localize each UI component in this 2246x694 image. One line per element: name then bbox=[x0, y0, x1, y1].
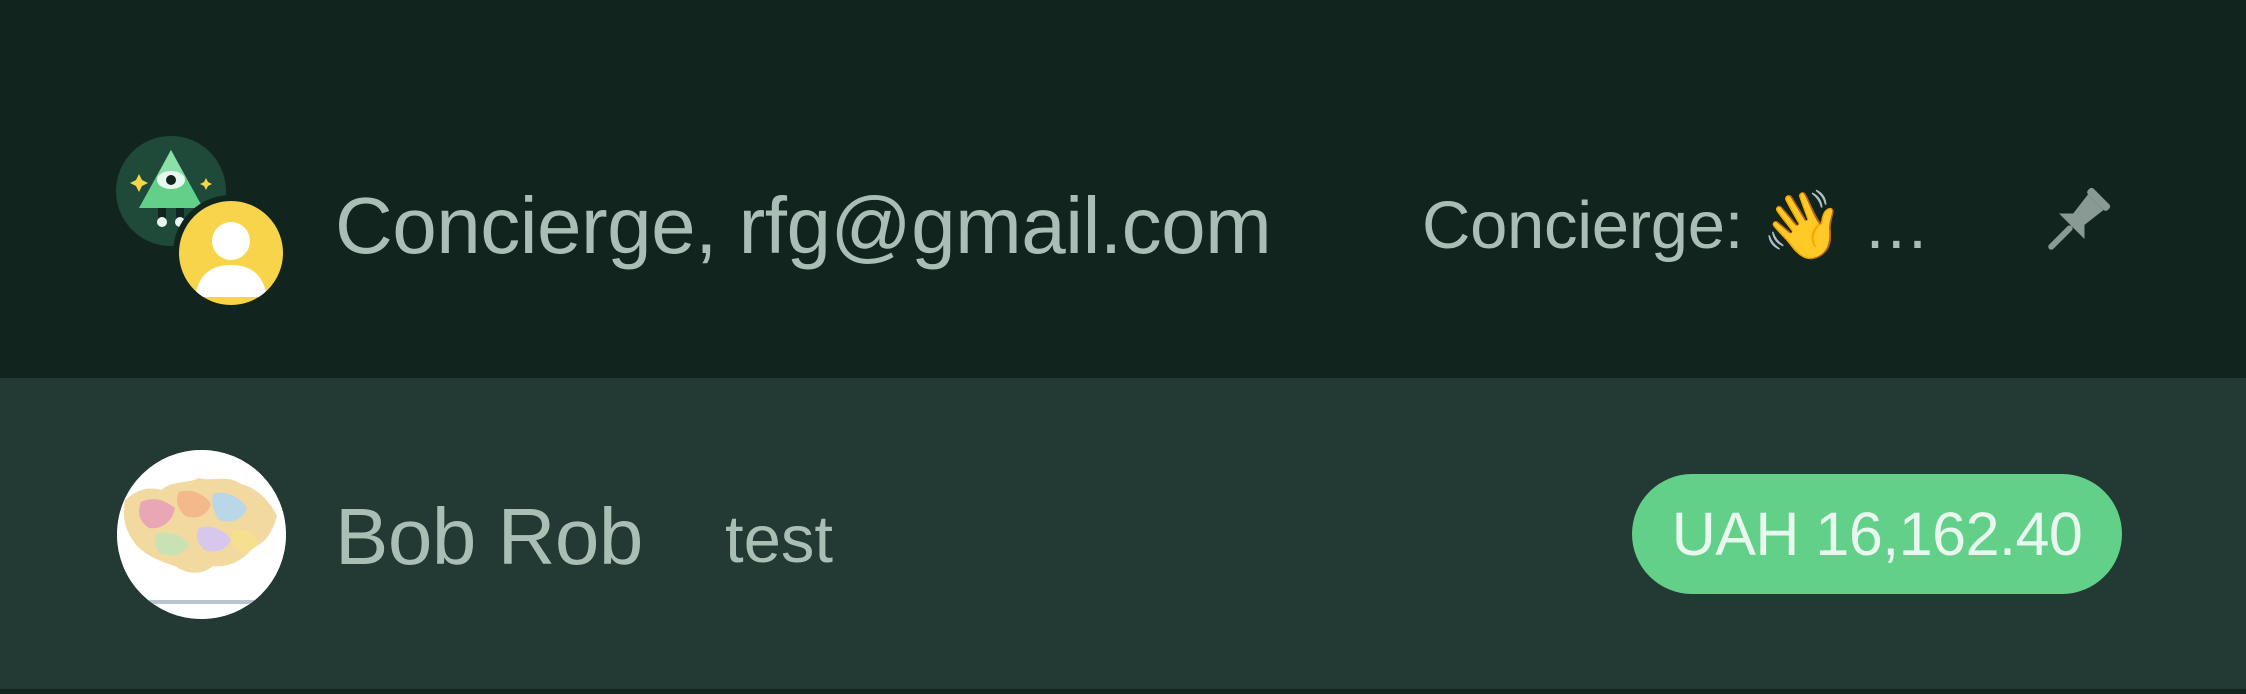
chat-list: Concierge, rfg@gmail.com Concierge: 👋 … bbox=[0, 0, 2246, 694]
avatar-stack bbox=[116, 136, 290, 311]
default-user-avatar bbox=[173, 195, 289, 311]
chat-title: Bob Rob bbox=[335, 492, 643, 581]
map-avatar bbox=[117, 450, 286, 619]
map-image bbox=[117, 450, 286, 619]
chat-title: Concierge, rfg@gmail.com bbox=[335, 181, 1272, 270]
chat-last-message: test bbox=[725, 502, 833, 577]
pin-icon[interactable] bbox=[2032, 178, 2120, 266]
user-silhouette-icon bbox=[195, 222, 267, 297]
list-bottom-divider bbox=[0, 689, 2246, 694]
amount-badge[interactable]: UAH 16,162.40 bbox=[1632, 474, 2122, 594]
chat-last-message: Concierge: 👋 … bbox=[1422, 188, 1930, 263]
chat-row-concierge[interactable]: Concierge, rfg@gmail.com Concierge: 👋 … bbox=[0, 0, 2246, 378]
